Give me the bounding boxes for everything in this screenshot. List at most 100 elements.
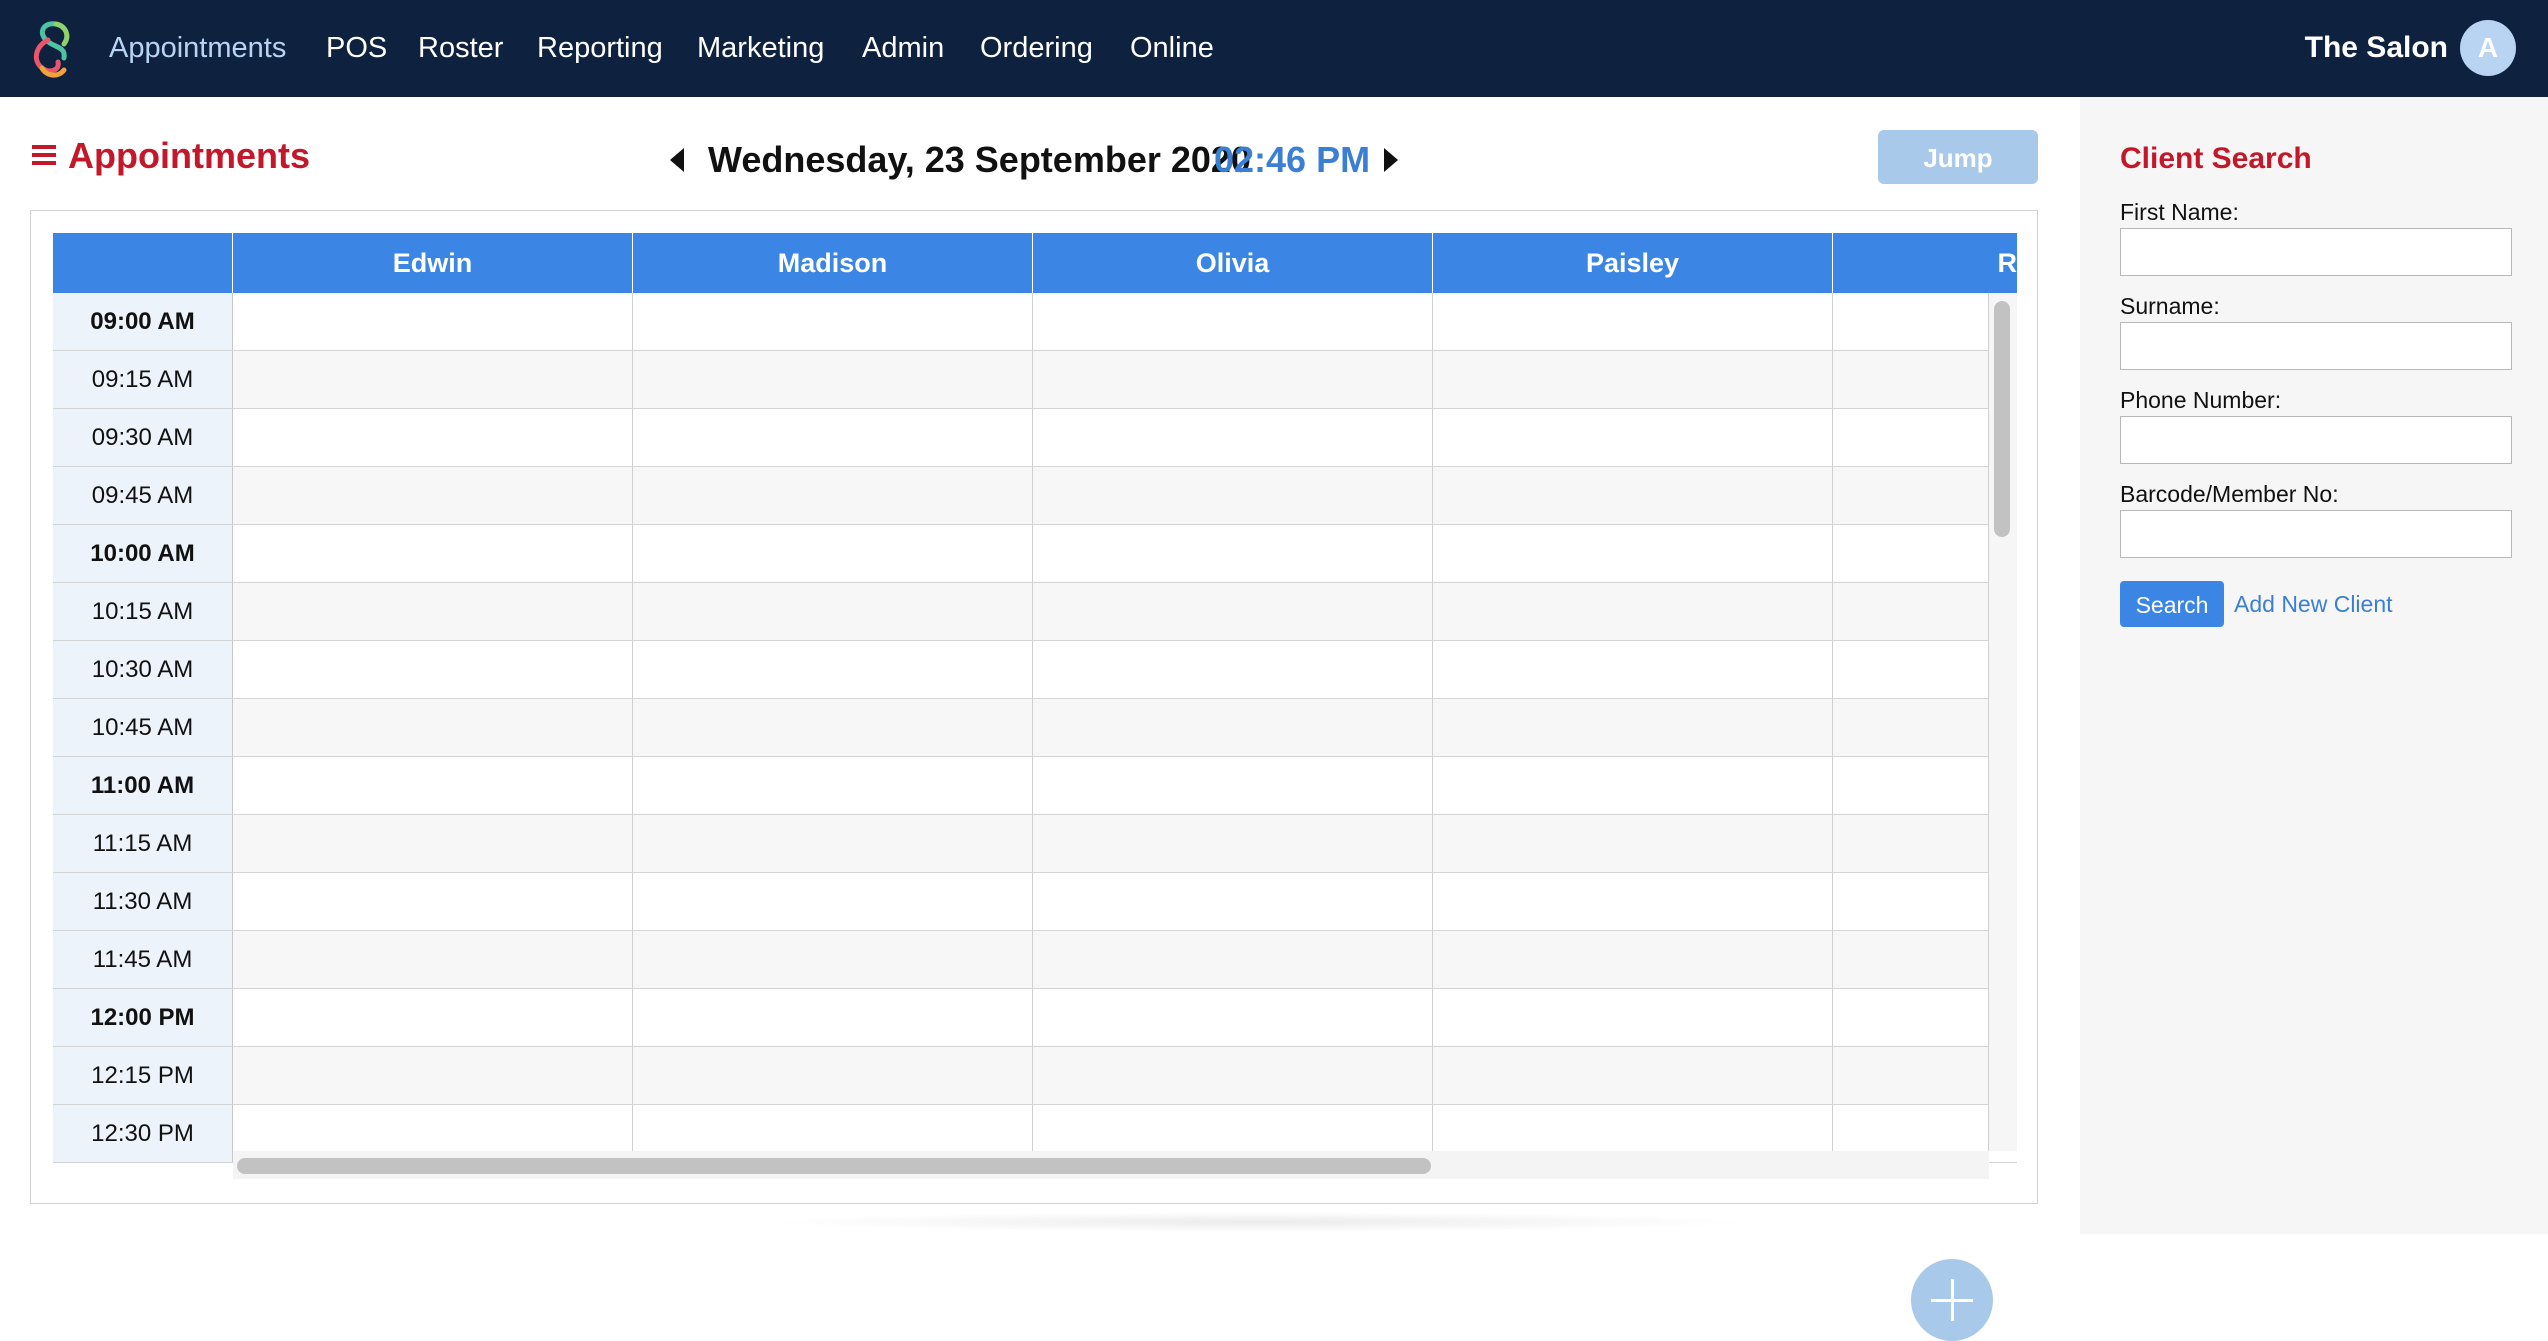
barcode-field[interactable] xyxy=(2120,510,2512,558)
appointment-slot[interactable] xyxy=(1033,1047,1433,1104)
appointment-slot[interactable] xyxy=(1833,757,1989,814)
appointment-slot[interactable] xyxy=(1433,873,1833,930)
appointment-slot[interactable] xyxy=(233,641,633,698)
nav-item-marketing[interactable]: Marketing xyxy=(697,28,824,68)
appointment-slot[interactable] xyxy=(1833,989,1989,1046)
search-button[interactable]: Search xyxy=(2120,581,2224,627)
appointment-slot[interactable] xyxy=(1833,699,1989,756)
user-avatar[interactable]: A xyxy=(2460,20,2516,76)
appointment-slot[interactable] xyxy=(633,873,1033,930)
appointment-slot[interactable] xyxy=(233,409,633,466)
appointment-slot[interactable] xyxy=(1833,409,1989,466)
appointment-slot[interactable] xyxy=(1033,293,1433,350)
appointment-slot[interactable] xyxy=(1833,467,1989,524)
nav-item-ordering[interactable]: Ordering xyxy=(980,28,1093,68)
appointment-slot[interactable] xyxy=(633,641,1033,698)
appointment-slot[interactable] xyxy=(633,989,1033,1046)
appointment-slot[interactable] xyxy=(1833,641,1989,698)
appointment-slot[interactable] xyxy=(633,583,1033,640)
appointment-slot[interactable] xyxy=(633,699,1033,756)
appointment-slot[interactable] xyxy=(1433,409,1833,466)
appointment-slot[interactable] xyxy=(1833,931,1989,988)
nav-item-online[interactable]: Online xyxy=(1130,28,1214,68)
appointment-slot[interactable] xyxy=(633,351,1033,408)
appointment-slot[interactable] xyxy=(1033,467,1433,524)
business-name[interactable]: The Salon xyxy=(2305,28,2448,68)
appointment-slot[interactable] xyxy=(1833,1047,1989,1104)
appointment-slot[interactable] xyxy=(1033,757,1433,814)
appointment-slot[interactable] xyxy=(633,525,1033,582)
appointment-slot[interactable] xyxy=(1433,757,1833,814)
appointment-slot[interactable] xyxy=(1833,583,1989,640)
phone-field[interactable] xyxy=(2120,416,2512,464)
add-new-client-link[interactable]: Add New Client xyxy=(2234,589,2393,619)
appointment-slot[interactable] xyxy=(1033,699,1433,756)
app-logo-icon[interactable] xyxy=(26,18,78,80)
appointment-slot[interactable] xyxy=(633,409,1033,466)
appointment-slot[interactable] xyxy=(1833,351,1989,408)
appointment-slot[interactable] xyxy=(1833,525,1989,582)
appointment-slot[interactable] xyxy=(233,815,633,872)
appointment-slot[interactable] xyxy=(1433,525,1833,582)
appointment-slot[interactable] xyxy=(233,1047,633,1104)
appointment-slot[interactable] xyxy=(1033,409,1433,466)
appointment-slot[interactable] xyxy=(1033,525,1433,582)
appointment-slot[interactable] xyxy=(1433,931,1833,988)
appointment-slot[interactable] xyxy=(233,931,633,988)
appointment-slot[interactable] xyxy=(1833,815,1989,872)
appointment-slot[interactable] xyxy=(233,351,633,408)
appointment-slot[interactable] xyxy=(233,525,633,582)
appointment-slot[interactable] xyxy=(1433,583,1833,640)
nav-item-reporting[interactable]: Reporting xyxy=(537,28,663,68)
appointment-slot[interactable] xyxy=(633,1047,1033,1104)
add-appointment-button[interactable] xyxy=(1911,1259,1993,1341)
vertical-scroll-thumb[interactable] xyxy=(1994,301,2010,537)
appointment-slot[interactable] xyxy=(1433,293,1833,350)
appointment-slot[interactable] xyxy=(1433,699,1833,756)
next-arrow-icon[interactable] xyxy=(1384,148,1398,172)
appointment-slot[interactable] xyxy=(1433,641,1833,698)
appointment-slot[interactable] xyxy=(1433,815,1833,872)
appointment-slot[interactable] xyxy=(1433,351,1833,408)
nav-item-pos[interactable]: POS xyxy=(326,28,387,68)
appointment-slot[interactable] xyxy=(1433,989,1833,1046)
appointment-slot[interactable] xyxy=(633,931,1033,988)
nav-item-admin[interactable]: Admin xyxy=(862,28,944,68)
appointment-slot[interactable] xyxy=(233,467,633,524)
appointment-slot[interactable] xyxy=(633,293,1033,350)
prev-arrow-icon[interactable] xyxy=(670,148,684,172)
appointment-slot[interactable] xyxy=(1033,815,1433,872)
appointment-slot[interactable] xyxy=(1433,467,1833,524)
appointment-slot[interactable] xyxy=(633,815,1033,872)
appointment-slot[interactable] xyxy=(1433,1047,1833,1104)
nav-item-roster[interactable]: Roster xyxy=(418,28,503,68)
appointment-slot[interactable] xyxy=(1033,989,1433,1046)
staff-column-header[interactable]: Paisley xyxy=(1433,233,1833,293)
staff-column-header[interactable]: Madison xyxy=(633,233,1033,293)
appointment-slot[interactable] xyxy=(233,873,633,930)
jump-button[interactable]: Jump xyxy=(1878,130,2038,184)
appointment-slot[interactable] xyxy=(1033,351,1433,408)
appointment-slot[interactable] xyxy=(233,699,633,756)
nav-item-appointments[interactable]: Appointments xyxy=(109,28,286,68)
staff-column-header[interactable]: Olivia xyxy=(1033,233,1433,293)
appointment-slot[interactable] xyxy=(1833,873,1989,930)
surname-field[interactable] xyxy=(2120,322,2512,370)
staff-column-header[interactable]: Edwin xyxy=(233,233,633,293)
appointment-slot[interactable] xyxy=(233,989,633,1046)
appointment-slot[interactable] xyxy=(1033,873,1433,930)
appointment-slot[interactable] xyxy=(1033,641,1433,698)
appointment-slot[interactable] xyxy=(233,293,633,350)
horizontal-scroll-thumb[interactable] xyxy=(237,1158,1431,1174)
appointment-slot[interactable] xyxy=(1833,293,1989,350)
staff-column-header[interactable]: R xyxy=(1833,233,2018,293)
first-name-field[interactable] xyxy=(2120,228,2512,276)
appointment-slot[interactable] xyxy=(633,467,1033,524)
page-title[interactable]: Appointments xyxy=(32,134,310,178)
appointment-slot[interactable] xyxy=(1033,931,1433,988)
appointment-slot[interactable] xyxy=(633,757,1033,814)
current-time[interactable]: 02:46 PM xyxy=(1214,136,1370,184)
menu-icon[interactable] xyxy=(32,145,56,166)
appointment-slot[interactable] xyxy=(233,583,633,640)
appointment-slot[interactable] xyxy=(1033,583,1433,640)
